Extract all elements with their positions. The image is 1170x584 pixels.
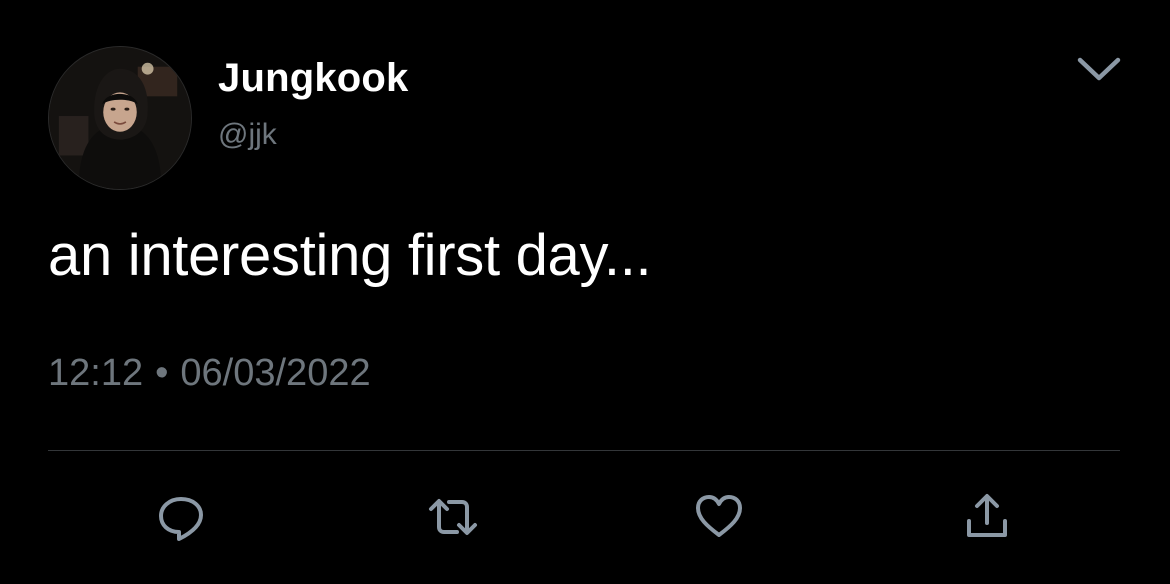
share-icon — [967, 494, 1007, 537]
retweet-button[interactable] — [424, 488, 482, 546]
tweet-card: Jungkook @jjk an interesting first day..… — [0, 0, 1170, 584]
like-button[interactable] — [690, 488, 748, 546]
profile-photo-icon — [49, 47, 191, 189]
timestamp-separator: • — [155, 352, 169, 394]
avatar[interactable] — [48, 46, 192, 190]
tweet-time: 12:12 — [48, 352, 144, 394]
share-button[interactable] — [958, 488, 1016, 546]
author-display-name[interactable]: Jungkook — [218, 56, 409, 101]
reply-button[interactable] — [152, 488, 210, 546]
divider — [48, 450, 1120, 451]
author-handle[interactable]: @jjk — [218, 118, 277, 152]
heart-icon — [696, 495, 742, 537]
tweet-timestamp[interactable]: 12:12 • 06/03/2022 — [48, 352, 371, 395]
chevron-down-icon — [1077, 57, 1121, 81]
retweet-icon — [429, 499, 477, 535]
tweet-text: an interesting first day... — [48, 223, 652, 288]
tweet-date: 06/03/2022 — [180, 352, 371, 394]
more-options-button[interactable] — [1072, 50, 1126, 90]
reply-icon — [159, 497, 203, 541]
